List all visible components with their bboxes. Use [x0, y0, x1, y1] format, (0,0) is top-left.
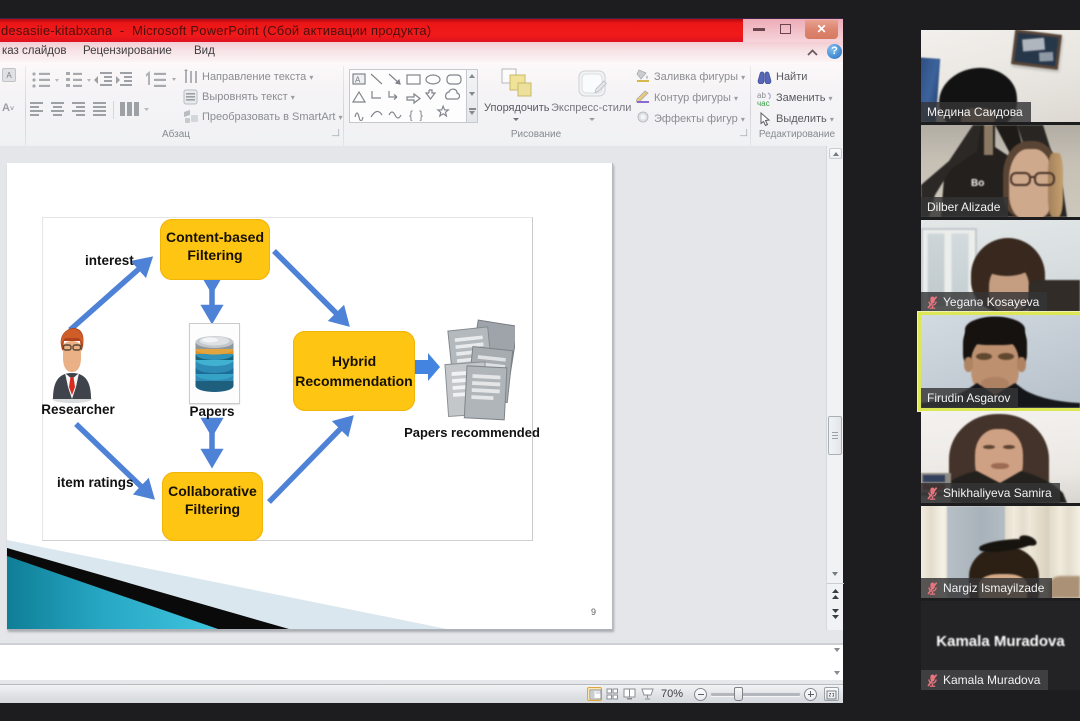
- svg-text:час: час: [757, 99, 770, 106]
- svg-text:A: A: [355, 76, 361, 85]
- svg-text:}: }: [419, 108, 423, 121]
- svg-text:{: {: [409, 108, 413, 121]
